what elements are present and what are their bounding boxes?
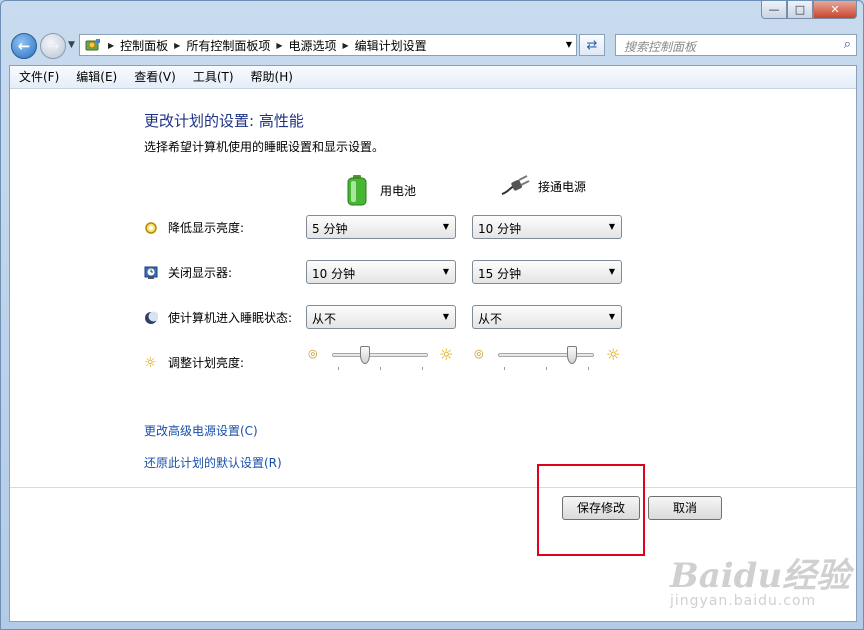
navigation-bar: ← → ▼ ▶ 控制面板 ▶ 所有控制面板项 ▶ 电源选项 ▶ 编辑计划设置 ▼…	[9, 31, 857, 63]
menu-edit[interactable]: 编辑(E)	[67, 66, 125, 88]
column-battery-label: 用电池	[380, 183, 417, 198]
menu-bar: 文件(F) 编辑(E) 查看(V) 工具(T) 帮助(H)	[10, 66, 856, 89]
page-title: 更改计划的设置: 高性能	[144, 112, 304, 130]
select-value: 从不	[312, 312, 337, 326]
chevron-down-icon: ▼	[68, 40, 75, 50]
slider-track	[332, 353, 428, 357]
caption-buttons: — □ ✕	[761, 1, 857, 19]
brightness-low-icon: ◎	[308, 347, 318, 360]
watermark: Baidu经验 jingyan.baidu.com	[670, 548, 850, 609]
breadcrumb-power-options[interactable]: 电源选项	[289, 37, 337, 54]
dim-brightness-icon	[145, 221, 157, 234]
dim-display-battery-select[interactable]: 5 分钟 ▼	[306, 215, 456, 239]
chevron-down-icon: ▼	[608, 312, 615, 321]
chevron-down-icon: ▼	[442, 222, 449, 231]
brightness-high-icon: ☼	[439, 345, 454, 364]
chevron-down-icon: ▼	[608, 222, 615, 231]
column-plugged: 接通电源	[500, 174, 586, 198]
turn-off-display-battery-select[interactable]: 10 分钟 ▼	[306, 260, 456, 284]
breadcrumb-separator[interactable]: ▶	[174, 41, 180, 50]
annotation-highlight-box	[537, 464, 645, 556]
cancel-button[interactable]: 取消	[648, 496, 722, 520]
column-battery: 用电池	[346, 174, 416, 206]
breadcrumb: 控制面板 ▶ 所有控制面板项 ▶ 电源选项 ▶ 编辑计划设置	[120, 37, 427, 54]
arrow-left-icon: ←	[17, 37, 31, 55]
forward-button[interactable]: →	[40, 33, 66, 59]
row-turn-off-display: 关闭显示器:	[144, 264, 232, 281]
watermark-brand: Baidu经验	[670, 556, 851, 596]
arrow-right-icon: →	[46, 37, 60, 55]
power-plug-icon	[501, 175, 530, 195]
menu-file[interactable]: 文件(F)	[10, 66, 67, 88]
battery-icon	[347, 175, 367, 206]
search-placeholder: 搜索控制面板	[624, 40, 697, 54]
chevron-down-icon: ▼	[442, 312, 449, 321]
search-icon[interactable]: ⌕	[844, 37, 851, 52]
divider	[10, 487, 856, 488]
slider-tick	[380, 367, 381, 370]
slider-tick	[338, 367, 339, 370]
control-panel-window: — □ ✕ ← → ▼ ▶ 控制面板 ▶ 所有控制面板项 ▶ 电源选项 ▶ 编辑…	[0, 0, 864, 630]
select-value: 从不	[478, 312, 503, 326]
display-timer-icon	[144, 266, 158, 279]
slider-tick	[546, 367, 547, 370]
control-panel-icon	[85, 39, 100, 51]
menu-tools[interactable]: 工具(T)	[184, 66, 242, 88]
select-value: 10 分钟	[312, 267, 356, 281]
row-sleep: 使计算机进入睡眠状态:	[144, 309, 292, 326]
menu-view[interactable]: 查看(V)	[125, 66, 184, 88]
select-value: 15 分钟	[478, 267, 522, 281]
slider-thumb[interactable]	[360, 346, 370, 364]
address-dropdown-icon[interactable]: ▼	[566, 40, 572, 49]
row-label-text: 降低显示亮度:	[168, 221, 245, 235]
sleep-moon-icon	[145, 311, 158, 324]
select-value: 5 分钟	[312, 222, 348, 236]
slider-tick	[422, 367, 423, 370]
slider-tick	[588, 367, 589, 370]
menu-help[interactable]: 帮助(H)	[242, 66, 301, 88]
brightness-high-icon: ☼	[606, 345, 621, 364]
breadcrumb-control-panel[interactable]: 控制面板	[120, 37, 168, 54]
chevron-down-icon: ▼	[608, 267, 615, 276]
brightness-sun-icon: ☼	[144, 354, 157, 371]
slider-tick	[504, 367, 505, 370]
refresh-button[interactable]: ⇄	[579, 34, 605, 56]
close-button[interactable]: ✕	[813, 1, 857, 19]
row-label-text: 关闭显示器:	[168, 266, 233, 280]
brightness-low-icon: ◎	[474, 347, 484, 360]
breadcrumb-separator[interactable]: ▶	[276, 41, 282, 50]
address-bar[interactable]: ▶ 控制面板 ▶ 所有控制面板项 ▶ 电源选项 ▶ 编辑计划设置 ▼	[79, 34, 577, 56]
search-input[interactable]: 搜索控制面板 ⌕	[615, 34, 857, 56]
brightness-plugged-slider[interactable]	[498, 346, 594, 370]
back-button[interactable]: ←	[11, 33, 37, 59]
chevron-down-icon: ▼	[442, 267, 449, 276]
breadcrumb-separator: ▶	[108, 40, 115, 50]
dim-display-plugged-select[interactable]: 10 分钟 ▼	[472, 215, 622, 239]
slider-thumb[interactable]	[567, 346, 577, 364]
row-brightness: ☼ 调整计划亮度:	[144, 354, 244, 371]
row-label-text: 调整计划亮度:	[168, 356, 245, 370]
page-subtitle: 选择希望计算机使用的睡眠设置和显示设置。	[144, 140, 385, 154]
turn-off-display-plugged-select[interactable]: 15 分钟 ▼	[472, 260, 622, 284]
select-value: 10 分钟	[478, 222, 522, 236]
brightness-battery-slider[interactable]	[332, 346, 428, 370]
row-dim-display: 降低显示亮度:	[144, 219, 244, 236]
row-label-text: 使计算机进入睡眠状态:	[168, 311, 293, 325]
refresh-icon: ⇄	[586, 37, 598, 53]
recent-pages-dropdown[interactable]: ▼	[68, 40, 75, 50]
breadcrumb-separator[interactable]: ▶	[343, 41, 349, 50]
breadcrumb-all-items[interactable]: 所有控制面板项	[186, 37, 270, 54]
sleep-plugged-select[interactable]: 从不 ▼	[472, 305, 622, 329]
breadcrumb-edit-plan[interactable]: 编辑计划设置	[355, 37, 427, 54]
minimize-button[interactable]: —	[761, 1, 787, 19]
advanced-power-settings-link[interactable]: 更改高级电源设置(C)	[144, 422, 258, 439]
sleep-battery-select[interactable]: 从不 ▼	[306, 305, 456, 329]
slider-track	[498, 353, 594, 357]
content-area: 文件(F) 编辑(E) 查看(V) 工具(T) 帮助(H) 更改计划的设置: 高…	[9, 65, 857, 622]
column-plugged-label: 接通电源	[538, 179, 587, 194]
maximize-button[interactable]: □	[787, 1, 813, 19]
restore-defaults-link[interactable]: 还原此计划的默认设置(R)	[144, 454, 282, 471]
